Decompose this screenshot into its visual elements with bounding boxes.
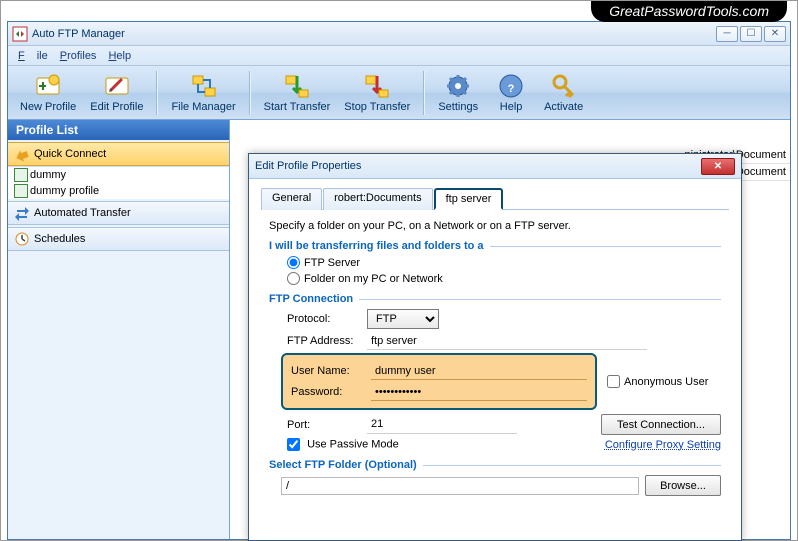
dialog-close-button[interactable]: ✕ (701, 158, 735, 175)
tab-ftp-server[interactable]: ftp server (434, 188, 504, 210)
ftp-address-input[interactable] (367, 332, 647, 350)
dialog-title: Edit Profile Properties (255, 160, 701, 172)
menu-file[interactable]: File (12, 48, 54, 64)
quick-connect-section[interactable]: Quick Connect (8, 142, 229, 166)
radio-ftp-server-label: FTP Server (304, 257, 360, 269)
left-panel: Profile List Quick Connect dummy dummy p… (8, 120, 230, 539)
quick-connect-icon (14, 146, 30, 162)
file-manager-icon (190, 72, 218, 100)
automated-transfer-icon (14, 205, 30, 221)
ftp-address-label: FTP Address: (287, 335, 367, 347)
passive-mode-checkbox[interactable] (287, 438, 300, 451)
tab-general[interactable]: General (261, 188, 322, 210)
menu-help[interactable]: Help (102, 48, 137, 64)
profile-item-dummy-profile[interactable]: dummy profile (8, 183, 229, 199)
protocol-select[interactable]: FTP (367, 309, 439, 329)
passive-mode-label: Use Passive Mode (307, 438, 399, 450)
close-button[interactable]: ✕ (764, 26, 786, 42)
svg-text:?: ? (508, 83, 515, 95)
activate-icon (550, 72, 578, 100)
watermark: GreatPasswordTools.com (591, 1, 787, 22)
intro-text: Specify a folder on your PC, on a Networ… (269, 220, 721, 232)
edit-profile-dialog: Edit Profile Properties ✕ General robert… (248, 153, 742, 541)
help-button[interactable]: ? Help (486, 70, 536, 115)
activate-button[interactable]: Activate (538, 70, 589, 115)
file-manager-button[interactable]: File Manager (165, 70, 241, 115)
credentials-highlight: User Name: Password: (281, 353, 597, 410)
automated-transfer-section[interactable]: Automated Transfer (8, 201, 229, 225)
new-profile-icon (34, 72, 62, 100)
edit-profile-icon (103, 72, 131, 100)
test-connection-button[interactable]: Test Connection... (601, 414, 721, 435)
username-label: User Name: (291, 365, 371, 377)
password-input[interactable] (371, 383, 587, 401)
configure-proxy-link[interactable]: Configure Proxy Setting (605, 439, 721, 451)
username-input[interactable] (371, 362, 587, 380)
toolbar: New Profile Edit Profile File Manager St… (8, 66, 790, 120)
new-profile-button[interactable]: New Profile (14, 70, 82, 115)
section-transfer-target: I will be transferring files and folders… (269, 240, 721, 252)
profile-list-header: Profile List (8, 120, 229, 140)
section-ftp-connection: FTP Connection (269, 293, 721, 305)
profile-item-dummy[interactable]: dummy (8, 167, 229, 183)
anonymous-label: Anonymous User (624, 376, 708, 388)
menubar: File Profiles Help (8, 46, 790, 66)
ftp-folder-input[interactable] (281, 477, 639, 495)
schedules-icon (14, 231, 30, 247)
help-icon: ? (497, 72, 525, 100)
stop-transfer-button[interactable]: Stop Transfer (338, 70, 416, 115)
radio-folder[interactable] (287, 272, 300, 285)
radio-folder-label: Folder on my PC or Network (304, 273, 443, 285)
port-label: Port: (287, 419, 367, 431)
tab-robert-documents[interactable]: robert:Documents (323, 188, 432, 210)
maximize-button[interactable]: ☐ (740, 26, 762, 42)
titlebar: Auto FTP Manager ─ ☐ ✕ (8, 22, 790, 46)
menu-profiles[interactable]: Profiles (54, 48, 103, 64)
password-label: Password: (291, 386, 371, 398)
app-icon (12, 26, 28, 42)
settings-icon (444, 72, 472, 100)
window-title: Auto FTP Manager (32, 28, 714, 40)
tab-content: Specify a folder on your PC, on a Networ… (261, 210, 729, 503)
stop-transfer-icon (363, 72, 391, 100)
edit-profile-button[interactable]: Edit Profile (84, 70, 149, 115)
anonymous-checkbox[interactable] (607, 375, 620, 388)
browse-button[interactable]: Browse... (645, 475, 721, 496)
section-select-ftp-folder: Select FTP Folder (Optional) (269, 459, 721, 471)
dialog-titlebar[interactable]: Edit Profile Properties ✕ (249, 154, 741, 179)
protocol-label: Protocol: (287, 313, 367, 325)
port-input[interactable] (367, 416, 517, 434)
schedules-section[interactable]: Schedules (8, 227, 229, 251)
start-transfer-button[interactable]: Start Transfer (258, 70, 337, 115)
minimize-button[interactable]: ─ (716, 26, 738, 42)
radio-ftp-server[interactable] (287, 256, 300, 269)
tabs: General robert:Documents ftp server (261, 187, 729, 210)
settings-button[interactable]: Settings (432, 70, 484, 115)
start-transfer-icon (283, 72, 311, 100)
